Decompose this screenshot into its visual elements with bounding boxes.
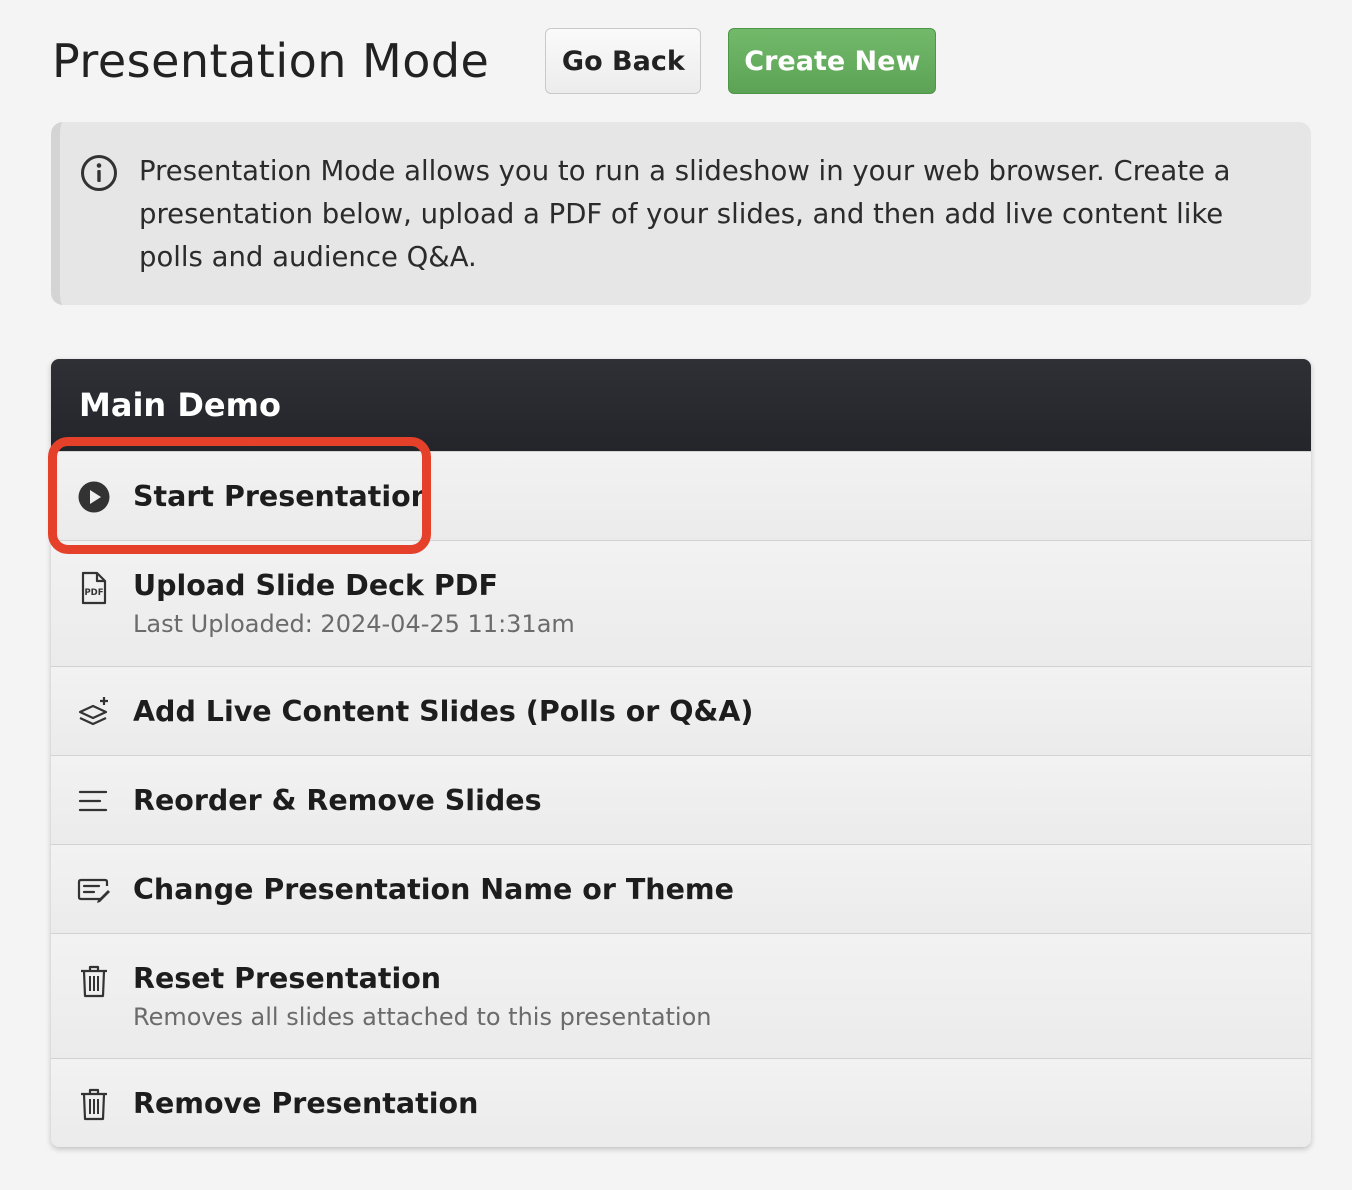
pdf-file-icon: PDF xyxy=(81,571,107,605)
trash-icon xyxy=(81,965,107,998)
row-label: Change Presentation Name or Theme xyxy=(133,872,734,906)
trash-icon xyxy=(81,1088,107,1121)
edit-icon xyxy=(77,878,110,903)
page-header: Presentation Mode Go Back Create New xyxy=(52,28,937,94)
upload-pdf-row[interactable]: PDF Upload Slide Deck PDF Last Uploaded:… xyxy=(51,540,1311,666)
panel-header: Main Demo xyxy=(51,359,1311,451)
create-new-button[interactable]: Create New xyxy=(728,28,937,94)
change-name-theme-row[interactable]: Change Presentation Name or Theme xyxy=(51,844,1311,933)
row-label: Add Live Content Slides (Polls or Q&A) xyxy=(133,694,754,728)
row-label: Upload Slide Deck PDF xyxy=(133,569,498,602)
start-presentation-row[interactable]: Start Presentation xyxy=(51,451,1311,540)
presentation-panel: Main Demo Start Presentation PDF Upload … xyxy=(51,359,1311,1147)
go-back-button[interactable]: Go Back xyxy=(545,28,702,94)
lines-icon xyxy=(78,790,108,812)
last-uploaded-text: Last Uploaded: 2024-04-25 11:31am xyxy=(133,610,575,638)
page-title: Presentation Mode xyxy=(52,34,490,88)
add-live-content-row[interactable]: Add Live Content Slides (Polls or Q&A) xyxy=(51,666,1311,755)
reorder-remove-row[interactable]: Reorder & Remove Slides xyxy=(51,755,1311,844)
panel-title: Main Demo xyxy=(79,386,281,424)
info-text: Presentation Mode allows you to run a sl… xyxy=(139,155,1231,273)
reset-description-text: Removes all slides attached to this pres… xyxy=(133,1002,712,1031)
info-icon xyxy=(81,155,117,191)
remove-presentation-row[interactable]: Remove Presentation xyxy=(51,1058,1311,1147)
row-label: Reset Presentation xyxy=(133,961,442,995)
svg-text:PDF: PDF xyxy=(84,588,103,598)
info-box: Presentation Mode allows you to run a sl… xyxy=(51,122,1311,305)
layers-plus-icon xyxy=(78,697,108,726)
reset-presentation-row[interactable]: Reset Presentation Removes all slides at… xyxy=(51,933,1311,1058)
row-label: Reorder & Remove Slides xyxy=(133,783,542,817)
row-label: Start Presentation xyxy=(133,479,431,513)
row-label: Remove Presentation xyxy=(133,1086,479,1120)
play-icon xyxy=(78,481,110,513)
